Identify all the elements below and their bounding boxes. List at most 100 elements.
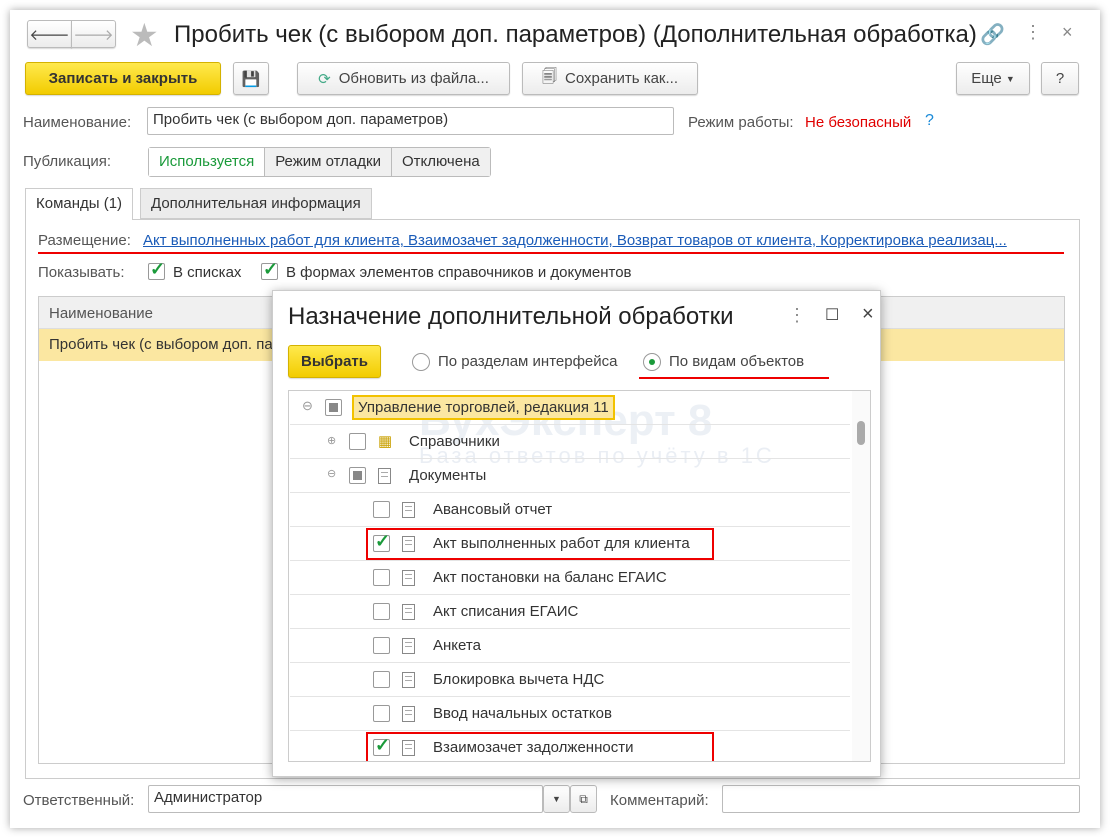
show-label: Показывать: — [38, 264, 125, 281]
dialog-more-icon[interactable]: ⋮ — [788, 305, 806, 326]
dialog-close-icon[interactable]: × — [862, 303, 874, 326]
item-checkbox[interactable] — [373, 671, 390, 688]
item-label: Акт постановки на баланс ЕГАИС — [433, 569, 667, 586]
save-as-icon: 🗐 — [541, 68, 557, 85]
help-button[interactable]: ? — [1041, 62, 1079, 95]
publication-disabled[interactable]: Отключена — [391, 148, 490, 176]
back-button[interactable]: 🡐 — [27, 20, 72, 48]
scrollbar[interactable] — [852, 391, 870, 761]
save-as-button[interactable]: 🗐 Сохранить как... — [522, 62, 698, 95]
forward-button[interactable]: 🡒 — [71, 20, 116, 48]
publication-switch: Используется Режим отладки Отключена — [148, 147, 491, 177]
red-highlight-box — [366, 528, 714, 560]
more-button[interactable]: Еще ▼ — [956, 62, 1030, 95]
tree-item[interactable]: Акт постановки на баланс ЕГАИС — [290, 561, 850, 595]
show-in-lists-label: В списках — [173, 264, 242, 281]
document-icon — [402, 706, 415, 722]
update-from-file-button[interactable]: ⟳ Обновить из файла... — [297, 62, 510, 95]
mode-value: Не безопасный — [805, 114, 912, 131]
red-underline — [639, 377, 829, 379]
tree-root[interactable]: ⊖ Управление торговлей, редакция 11 — [290, 391, 850, 425]
tree-item[interactable]: ✓ Акт выполненных работ для клиента — [290, 527, 850, 561]
item-label: Блокировка вычета НДС — [433, 671, 605, 688]
save-as-label: Сохранить как... — [564, 70, 678, 87]
tree-catalogs[interactable]: ⊕ ▦ Справочники — [290, 425, 850, 459]
document-icon — [402, 638, 415, 654]
tree-item[interactable]: Анкета — [290, 629, 850, 663]
document-icon — [402, 604, 415, 620]
dialog-title: Назначение дополнительной обработки — [288, 303, 734, 330]
item-checkbox[interactable] — [373, 637, 390, 654]
more-vert-icon[interactable]: ⋮ — [1024, 22, 1042, 43]
radio-objects[interactable] — [643, 353, 661, 371]
catalogs-label: Справочники — [409, 433, 500, 450]
save-button[interactable]: 💾 — [233, 62, 269, 95]
open-icon[interactable]: ⧉ — [570, 785, 597, 813]
responsible-input[interactable]: Администратор — [148, 785, 543, 813]
object-tree: БухЭксперт 8 База ответов по учёту в 1С … — [288, 390, 871, 762]
responsible-label: Ответственный: — [23, 792, 135, 809]
window-title: Пробить чек (с выбором доп. параметров) … — [174, 21, 977, 48]
catalogs-checkbox[interactable] — [349, 433, 366, 450]
tree-item[interactable]: ✓ Взаимозачет задолженности — [290, 731, 850, 761]
close-icon[interactable]: × — [1062, 22, 1073, 43]
link-icon[interactable]: 🔗 — [980, 22, 1005, 47]
dropdown-icon[interactable]: ▼ — [543, 785, 570, 813]
red-highlight-box — [366, 732, 714, 761]
save-close-button[interactable]: Записать и закрыть — [25, 62, 221, 95]
document-icon — [402, 672, 415, 688]
item-label: Акт списания ЕГАИС — [433, 603, 579, 620]
item-checkbox[interactable] — [373, 603, 390, 620]
publication-label: Публикация: — [23, 153, 111, 170]
radio-objects-label: По видам объектов — [669, 353, 805, 370]
floppy-icon: 💾 — [241, 70, 261, 88]
favorite-star-icon[interactable]: ★ — [130, 16, 159, 54]
tree-documents[interactable]: ⊖ Документы — [290, 459, 850, 493]
document-icon — [402, 570, 415, 586]
tree-item[interactable]: Акт списания ЕГАИС — [290, 595, 850, 629]
comment-label: Комментарий: — [610, 792, 709, 809]
item-label: Ввод начальных остатков — [433, 705, 612, 722]
collapse-icon[interactable]: ⊖ — [327, 467, 336, 480]
select-button[interactable]: Выбрать — [288, 345, 381, 378]
item-checkbox[interactable] — [373, 501, 390, 518]
item-label: Авансовый отчет — [433, 501, 553, 518]
tab-commands[interactable]: Команды (1) — [25, 188, 134, 220]
scrollbar-thumb[interactable] — [857, 421, 865, 445]
collapse-icon[interactable]: ⊖ — [302, 398, 313, 414]
tree-item[interactable]: Ввод начальных остатков — [290, 697, 850, 731]
name-label: Наименование: — [23, 114, 132, 131]
tab-additional-info[interactable]: Дополнительная информация — [140, 188, 372, 219]
maximize-icon[interactable]: ☐ — [825, 305, 839, 325]
document-icon — [402, 502, 415, 518]
show-in-lists-checkbox[interactable]: ✓ — [148, 259, 165, 280]
placement-label: Размещение: — [38, 232, 131, 249]
radio-sections[interactable] — [412, 353, 430, 371]
show-in-forms-checkbox[interactable]: ✓ — [261, 259, 278, 280]
placement-link[interactable]: Акт выполненных работ для клиента, Взаим… — [143, 232, 1007, 249]
mode-label: Режим работы: — [688, 114, 794, 131]
item-checkbox[interactable] — [373, 705, 390, 722]
item-checkbox[interactable] — [373, 569, 390, 586]
documents-label: Документы — [409, 467, 487, 484]
more-label: Еще — [971, 70, 1002, 87]
red-underline — [38, 252, 1064, 254]
expand-icon[interactable]: ⊕ — [327, 434, 336, 447]
mode-help[interactable]: ? — [925, 112, 934, 130]
documents-checkbox[interactable] — [349, 467, 366, 484]
document-icon — [378, 468, 391, 484]
tree-root-label: Управление торговлей, редакция 11 — [352, 395, 615, 420]
dropdown-icon: ▼ — [1005, 73, 1015, 84]
radio-sections-label: По разделам интерфейса — [438, 353, 618, 370]
publication-used[interactable]: Используется — [149, 148, 266, 176]
publication-debug[interactable]: Режим отладки — [265, 148, 392, 176]
comment-input[interactable] — [722, 785, 1080, 813]
show-in-forms-label: В формах элементов справочников и докуме… — [286, 264, 632, 281]
tree-item[interactable]: Блокировка вычета НДС — [290, 663, 850, 697]
tree-item[interactable]: Авансовый отчет — [290, 493, 850, 527]
item-label: Анкета — [433, 637, 481, 654]
update-icon: ⟳ — [318, 70, 331, 88]
name-input[interactable]: Пробить чек (с выбором доп. параметров) — [147, 107, 674, 135]
catalog-icon: ▦ — [378, 433, 393, 450]
update-label: Обновить из файла... — [338, 70, 489, 87]
